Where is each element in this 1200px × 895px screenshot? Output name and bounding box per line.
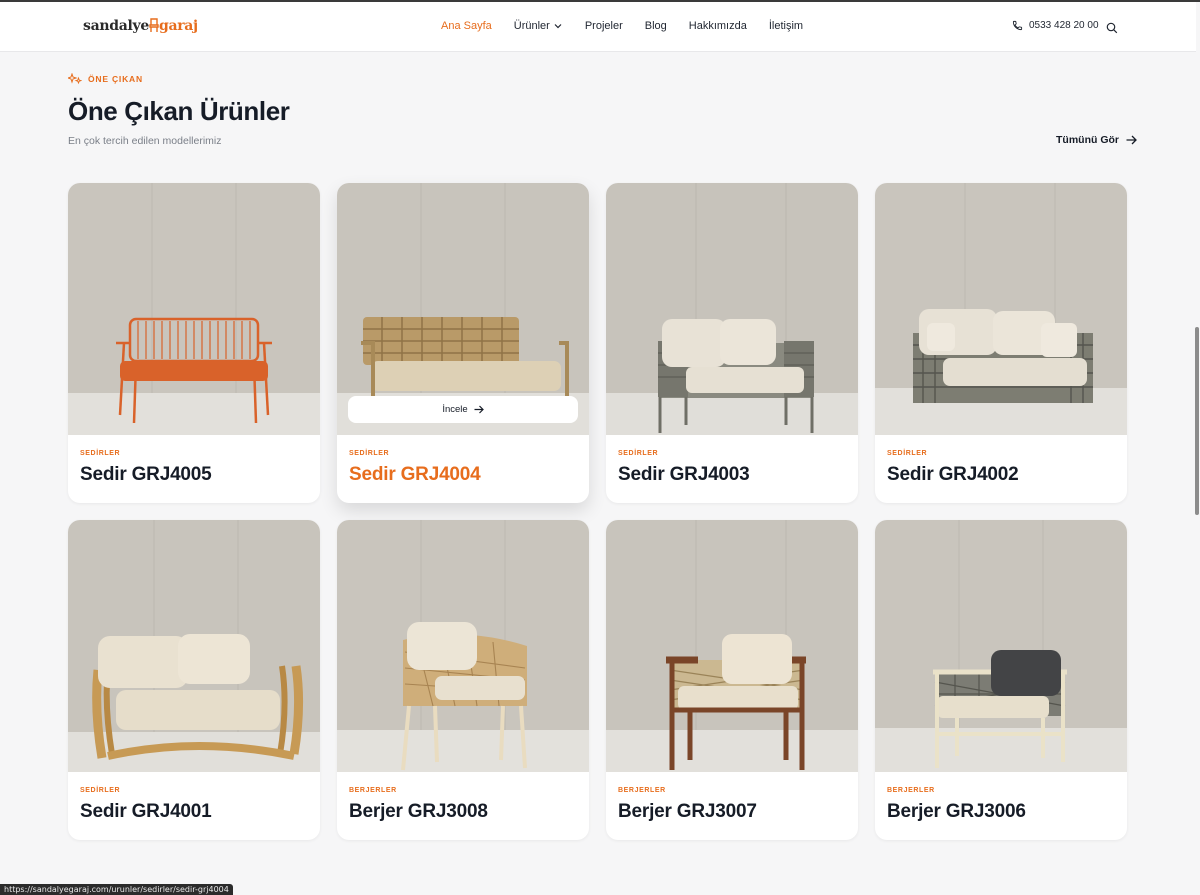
product-image [875,520,1127,772]
product-name[interactable]: Berjer GRJ3008 [349,801,488,823]
product-image [606,183,858,435]
main-nav: Ana Sayfa Ürünler Projeler Blog Hakkımız… [441,20,803,32]
product-image [68,183,320,435]
sparkle-icon [68,73,82,85]
eyebrow-label: ÖNE ÇIKAN [88,74,143,84]
product-card[interactable]: SEDİRLER Sedir GRJ4002 [875,183,1127,503]
phone-number: 0533 428 20 00 [1029,20,1099,31]
product-name[interactable]: Berjer GRJ3006 [887,801,1026,823]
status-bar-url: https://sandalyegaraj.com/urunler/sedirl… [0,884,233,895]
product-name[interactable]: Sedir GRJ4003 [618,464,750,486]
nav-projects-label: Projeler [584,20,623,32]
product-name[interactable]: Sedir GRJ4001 [80,801,212,823]
product-image: İncele [337,183,589,435]
logo-text-garaj: garaj [158,18,198,34]
chevron-down-icon [554,24,562,29]
chair-logo-icon [149,18,159,32]
nav-home-label: Ana Sayfa [441,20,492,32]
product-image [68,520,320,772]
nav-about[interactable]: Hakkımızda [689,20,747,32]
nav-projects[interactable]: Projeler [585,20,623,32]
nav-contact-label: İletişim [768,20,804,32]
nav-home[interactable]: Ana Sayfa [441,20,492,32]
site-header: sandalye garaj Ana Sayfa Ürünler Projeler… [0,2,1196,52]
product-name[interactable]: Sedir GRJ4004 [349,464,481,486]
product-name[interactable]: Berjer GRJ3007 [618,801,757,823]
arrow-right-icon [1126,135,1137,145]
product-category: BERJERLER [618,787,666,794]
product-name[interactable]: Sedir GRJ4005 [80,464,212,486]
logo-text-sandalye: sandalye [83,18,149,34]
see-all-label: Tümünü Gör [1056,134,1119,146]
product-card[interactable]: BERJERLER Berjer GRJ3006 [875,520,1127,840]
inspect-button-label: İncele [442,404,468,415]
phone-icon [1012,20,1023,31]
product-category: SEDİRLER [80,450,121,457]
product-grid: SEDİRLER Sedir GRJ4005 İncele SEDİRLER S… [68,183,1127,840]
section-eyebrow: ÖNE ÇIKAN [68,73,143,85]
product-category: BERJERLER [887,787,935,794]
section-subtitle: En çok tercih edilen modellerimiz [68,135,222,147]
see-all-link[interactable]: Tümünü Gör [1056,134,1137,146]
product-card[interactable]: SEDİRLER Sedir GRJ4003 [606,183,858,503]
nav-contact[interactable]: İletişim [769,20,803,32]
nav-products-label: Ürünler [513,20,550,32]
site-logo[interactable]: sandalye garaj [83,18,198,34]
product-category: SEDİRLER [349,450,390,457]
product-name[interactable]: Sedir GRJ4002 [887,464,1019,486]
nav-products[interactable]: Ürünler [514,20,562,32]
arrow-right-icon [474,405,484,414]
product-card[interactable]: BERJERLER Berjer GRJ3007 [606,520,858,840]
search-icon[interactable] [1106,22,1118,34]
nav-about-label: Hakkımızda [688,20,747,32]
product-category: SEDİRLER [80,787,121,794]
product-category: BERJERLER [349,787,397,794]
page-scrollbar-thumb[interactable] [1195,327,1199,515]
product-card[interactable]: SEDİRLER Sedir GRJ4001 [68,520,320,840]
product-category: SEDİRLER [887,450,928,457]
nav-blog[interactable]: Blog [645,20,667,32]
product-category: SEDİRLER [618,450,659,457]
product-image [337,520,589,772]
section-title: Öne Çıkan Ürünler [68,96,290,126]
nav-blog-label: Blog [644,20,667,32]
product-image [606,520,858,772]
product-card[interactable]: SEDİRLER Sedir GRJ4005 [68,183,320,503]
inspect-button[interactable]: İncele [348,396,578,423]
product-card[interactable]: BERJERLER Berjer GRJ3008 [337,520,589,840]
phone-link[interactable]: 0533 428 20 00 [1012,20,1099,31]
product-image [875,183,1127,435]
product-card[interactable]: İncele SEDİRLER Sedir GRJ4004 [337,183,589,503]
